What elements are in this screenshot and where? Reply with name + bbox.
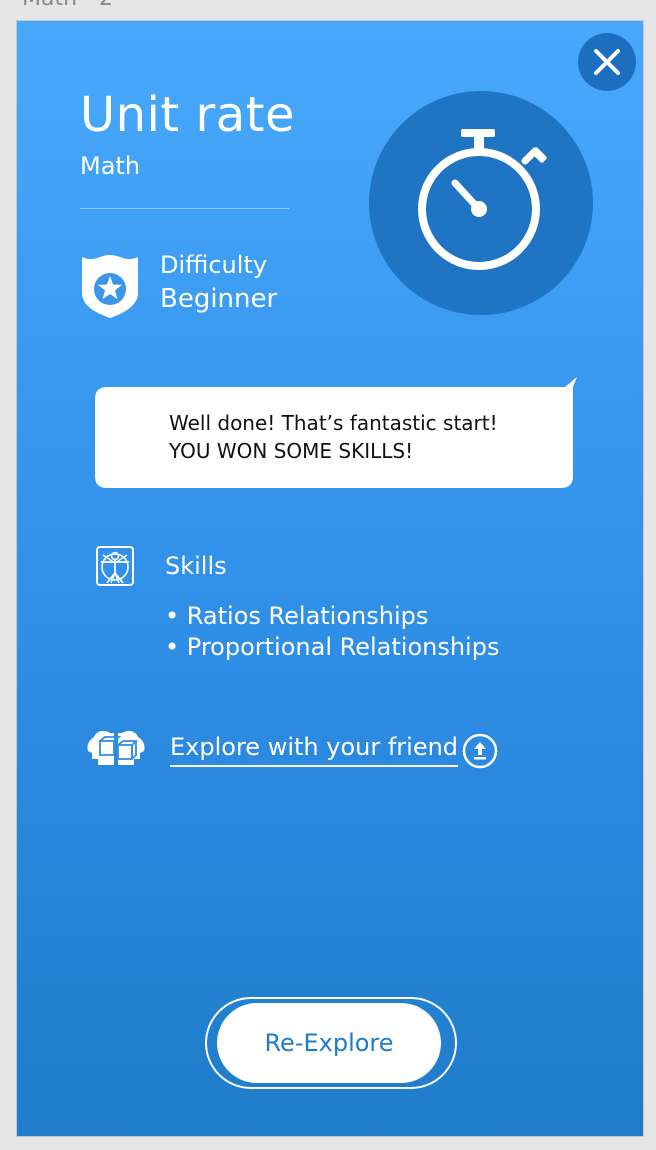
title-divider — [80, 208, 289, 209]
upload-icon[interactable] — [462, 733, 498, 769]
reexplore-button[interactable]: Re-Explore — [217, 1003, 441, 1083]
difficulty-label: Difficulty — [160, 251, 268, 279]
reexplore-button-frame: Re-Explore — [205, 997, 457, 1089]
skill-item: • Ratios Relationships — [165, 602, 429, 630]
difficulty-value: Beginner — [160, 284, 278, 314]
subject-label: Math — [80, 152, 141, 180]
message-line-1: Well done! That’s fantastic start! — [169, 411, 498, 435]
skills-label: Skills — [165, 552, 227, 580]
vitruvian-man-icon — [96, 546, 134, 586]
message-bubble: Well done! That’s fantastic start! YOU W… — [95, 377, 577, 488]
result-card: Unit rate Math Difficulty Beginner Well … — [16, 20, 644, 1137]
explore-with-friend-link[interactable]: Explore with your friend — [170, 733, 459, 767]
timer-badge — [369, 91, 593, 315]
head-cubes-icon — [87, 730, 145, 765]
page-title: Unit rate — [80, 87, 295, 143]
message-line-2: YOU WON SOME SKILLS! — [169, 439, 414, 463]
breadcrumb: Math - 2 — [22, 0, 113, 11]
shield-star-icon — [82, 255, 138, 318]
close-icon — [594, 49, 620, 75]
close-button[interactable] — [578, 33, 636, 91]
skill-item: • Proportional Relationships — [165, 633, 500, 661]
stopwatch-icon — [418, 129, 547, 270]
